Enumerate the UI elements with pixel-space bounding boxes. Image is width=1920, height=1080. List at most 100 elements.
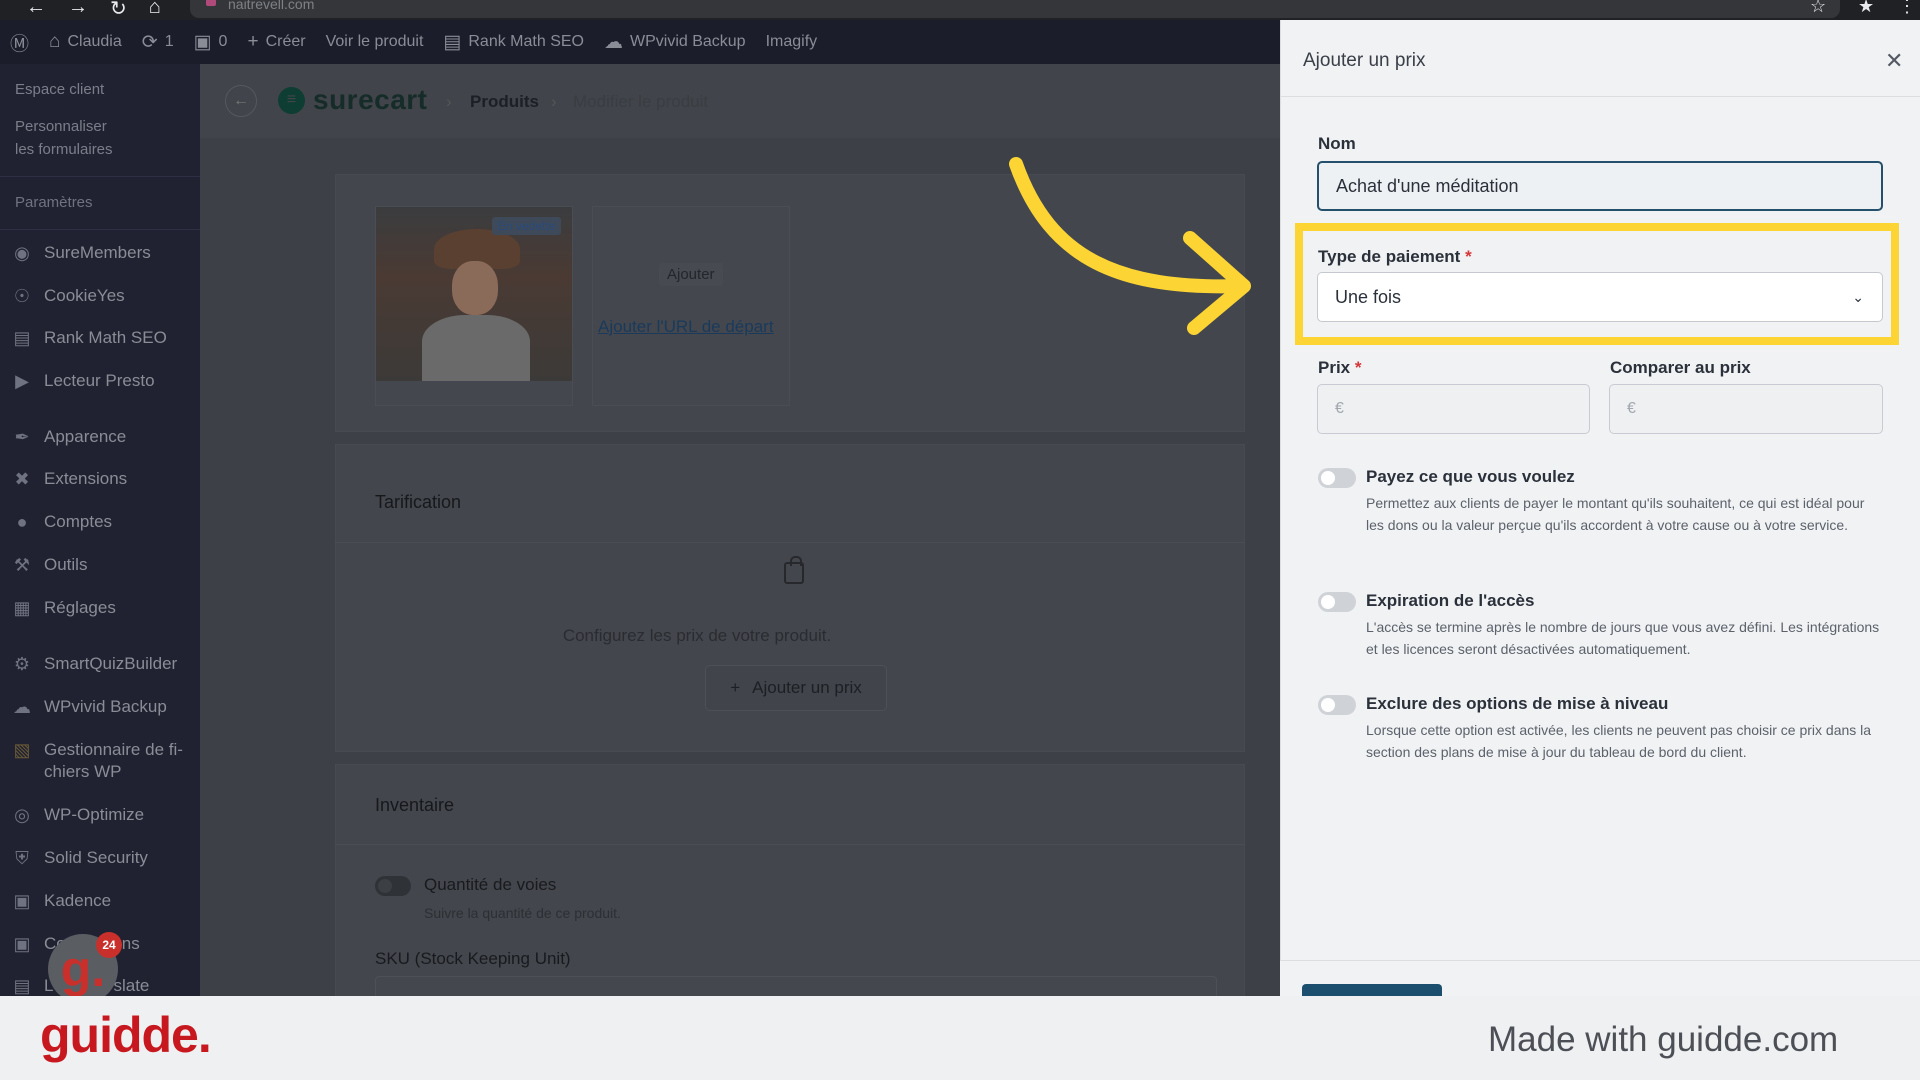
back-arrow-icon: ←: [233, 92, 249, 109]
sidebar-sub-personnaliser[interactable]: Personnaliser les formulaires: [0, 115, 140, 161]
rank-math-label: Rank Math SEO: [468, 33, 584, 50]
sidebar-sub-espace-client[interactable]: Espace client: [0, 78, 119, 101]
adminbar-comments[interactable]: ▣ 0: [194, 31, 228, 54]
adminbar-site[interactable]: ⌂ Claudia: [49, 31, 122, 53]
name-input-value: Achat d'une méditation: [1336, 175, 1519, 196]
sidebar-item-kadence[interactable]: ▣ Kadence: [10, 890, 196, 912]
price-label: Prix *: [1318, 358, 1362, 378]
currency-prefix: €: [1627, 400, 1636, 417]
pay-what-you-want-toggle[interactable]: [1318, 468, 1356, 488]
featured-badge: En vedette: [492, 217, 562, 235]
compare-price-label: Comparer au prix: [1610, 358, 1751, 377]
back-button[interactable]: ←: [225, 85, 257, 117]
track-quantity-help: Suivre la quantité de ce produit.: [424, 905, 621, 921]
add-price-button[interactable]: + Ajouter un prix: [705, 665, 887, 711]
address-bar[interactable]: naitrevell.com: [190, 0, 1840, 18]
sidebar-item-label: SmartQuizBuilder: [44, 654, 178, 673]
sidebar-item-label: Comptes: [44, 512, 113, 531]
translate-icon: ▤: [13, 976, 31, 996]
sku-input[interactable]: [375, 976, 1217, 996]
admin-sidebar: Espace client Personnaliser les formulai…: [0, 64, 200, 996]
exclude-upgrade-toggle[interactable]: [1318, 695, 1356, 715]
folder-icon: ▧: [13, 740, 31, 760]
presto-icon: ▶: [15, 371, 29, 391]
adminbar-view-product[interactable]: Voir le produit: [326, 33, 424, 51]
wordpress-logo[interactable]: Ⓜ: [10, 29, 29, 56]
pricing-empty-text: Configurez les prix de votre produit.: [562, 626, 832, 645]
sidebar-item-rank-math[interactable]: ▤ Rank Math SEO: [10, 327, 196, 349]
add-media-button[interactable]: Ajouter: [659, 263, 723, 286]
sidebar-divider: [0, 176, 200, 177]
sidebar-item-extensions[interactable]: ✖ Extensions: [10, 468, 196, 490]
sidebar-item-cookieyes[interactable]: ☉ CookieYes: [10, 285, 196, 307]
home-icon[interactable]: ⌂: [149, 0, 161, 21]
access-expiration-toggle[interactable]: [1318, 592, 1356, 612]
sidebar-item-label: Outils: [44, 555, 88, 574]
user-icon: ●: [16, 512, 28, 532]
adminbar-imagify[interactable]: Imagify: [766, 33, 818, 51]
bookmark-star-icon[interactable]: ☆: [1810, 0, 1826, 17]
sidebar-item-label: Apparence: [44, 427, 127, 446]
sidebar-item-wpvivid[interactable]: ☁ WPvivid Backup: [10, 696, 196, 718]
sidebar-item-outils[interactable]: ⚒ Outils: [10, 554, 196, 576]
close-icon[interactable]: ✕: [1885, 48, 1903, 74]
create-price-button[interactable]: [1302, 984, 1442, 996]
view-product-label: Voir le produit: [325, 33, 424, 50]
sidebar-item-wp-optimize[interactable]: ◎ WP-Optimize: [10, 804, 196, 826]
cloud-icon: ☁: [603, 31, 623, 53]
adminbar-create[interactable]: + Créer: [247, 31, 305, 53]
chevron-down-icon: ⌄: [1852, 289, 1864, 305]
adminbar-rank-math[interactable]: ▤ Rank Math SEO: [443, 31, 584, 54]
brush-icon: ✒: [14, 427, 30, 447]
inventory-divider: [335, 844, 1245, 845]
payment-type-select[interactable]: Une fois ⌄: [1317, 272, 1883, 322]
plugin-icon: ✖: [14, 469, 30, 489]
sidebar-item-file-manager[interactable]: ▧ Gestionnaire de fi-chiers WP: [10, 739, 196, 783]
track-quantity-toggle[interactable]: [375, 876, 411, 896]
currency-prefix: €: [1335, 400, 1344, 417]
browser-nav: ← → ↻ ⌂: [26, 0, 161, 21]
menu-more-icon[interactable]: ⋮: [1898, 0, 1916, 17]
surecart-logo: ≡ surecart: [278, 84, 428, 116]
surecart-icon: ≡: [278, 86, 305, 114]
sidebar-item-comptes[interactable]: ● Comptes: [10, 511, 196, 533]
breadcrumb-products[interactable]: Produits: [470, 92, 539, 112]
add-start-url-link[interactable]: Ajouter l'URL de départ: [598, 317, 774, 337]
photo-face: [452, 261, 498, 315]
sidebar-item-presto[interactable]: ▶ Lecteur Presto: [10, 370, 196, 392]
price-label-text: Prix: [1318, 358, 1351, 377]
sidebar-item-suremembers[interactable]: ◉ SureMembers: [10, 242, 196, 264]
adminbar-wpvivid[interactable]: ☁ WPvivid Backup: [604, 31, 746, 54]
sidebar-item-label: Extensions: [44, 469, 128, 488]
exclude-upgrade-desc: Lorsque cette option est activée, les cl…: [1366, 722, 1872, 760]
required-asterisk: *: [1465, 247, 1472, 266]
create-label: Créer: [265, 33, 306, 50]
sidebar-item-solid-security[interactable]: ⛨ Solid Security: [10, 847, 196, 869]
adminbar-updates[interactable]: ⟳ 1: [142, 31, 174, 54]
payment-type-label-text: Type de paiement: [1318, 247, 1461, 266]
add-media-box[interactable]: Ajouter Ajouter l'URL de départ: [592, 206, 790, 406]
chevron-right-icon: ›: [446, 92, 452, 111]
compare-price-input[interactable]: €: [1609, 384, 1883, 434]
sidebar-item-smartquizbuilder[interactable]: ⚙ SmartQuizBuilder: [10, 653, 196, 675]
reload-icon[interactable]: ↻: [110, 0, 127, 21]
name-input[interactable]: Achat d'une méditation: [1317, 161, 1883, 211]
price-input[interactable]: €: [1317, 384, 1590, 434]
plus-icon: +: [730, 678, 741, 697]
forward-arrow-icon[interactable]: →: [68, 0, 88, 21]
brand-name: surecart: [313, 84, 428, 115]
sidebar-item-label: SureMembers: [44, 243, 151, 262]
sidebar-item-label: Solid Security: [44, 848, 148, 867]
wrench-icon: ⚒: [13, 555, 31, 575]
back-arrow-icon[interactable]: ←: [26, 0, 46, 21]
extensions-icon[interactable]: ★: [1858, 0, 1874, 17]
suremembers-icon: ◉: [14, 243, 30, 263]
wp-admin-bar: Ⓜ ⌂ Claudia ⟳ 1 ▣ 0 + Créer Voir le produit …: [0, 20, 1280, 64]
sidebar-item-apparence[interactable]: ✒ Apparence: [10, 426, 196, 448]
plus-icon: +: [247, 31, 259, 52]
product-image[interactable]: En vedette: [375, 206, 573, 406]
optimize-icon: ◎: [14, 805, 30, 825]
sidebar-item-reglages[interactable]: ▦ Réglages: [10, 597, 196, 619]
sidebar-heading-parametres[interactable]: Paramètres: [15, 194, 93, 211]
inventory-title: Inventaire: [375, 795, 455, 815]
